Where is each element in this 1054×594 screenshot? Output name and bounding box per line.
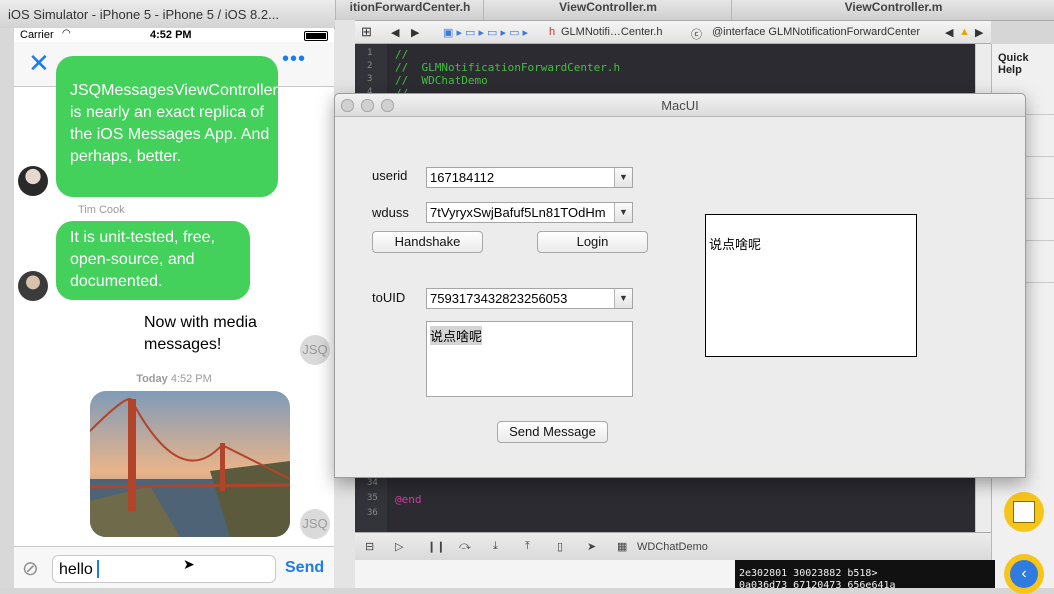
line-number: 3: [367, 74, 373, 84]
avatar-jsq-media[interactable]: JSQ: [300, 509, 330, 539]
send-button[interactable]: Send: [285, 559, 324, 577]
mouse-pointer-icon: ➤: [183, 556, 195, 572]
step-over-icon[interactable]: ⤼: [459, 540, 471, 553]
tab-forward-center-h[interactable]: itionForwardCenter.h: [335, 0, 484, 20]
sender-name: Tim Cook: [78, 204, 125, 216]
debug-console[interactable]: 2e302801 30023882 b518> 0a036d73 6712047…: [735, 560, 995, 591]
class-icon: ⓒ: [691, 29, 702, 41]
grid-icon[interactable]: ⊞: [361, 24, 372, 40]
simulator-title: iOS Simulator - iPhone 5 - iPhone 5 / iO…: [8, 7, 279, 22]
message-textview[interactable]: 说点啥呢: [426, 321, 633, 397]
line-number: 1: [367, 48, 373, 58]
message-textview-value: 说点啥呢: [430, 326, 483, 345]
code-line: // GLMNotificationForwardCenter.h: [395, 61, 621, 74]
text-cursor: [97, 560, 99, 578]
header-file-icon: h: [549, 26, 556, 38]
breakpoints-icon[interactable]: ▷: [395, 540, 403, 553]
quick-help-title: Quick Help: [998, 52, 1029, 76]
target-icon: ▦: [617, 541, 628, 553]
line-number: 36: [367, 508, 378, 518]
touid-combobox[interactable]: 7593173432823256053 ▼: [426, 288, 633, 309]
paperclip-icon[interactable]: ⊘: [22, 556, 39, 581]
carrier: Carrier: [20, 29, 54, 41]
userid-value: 167184112: [430, 170, 495, 185]
wifi-icon: ◠: [62, 28, 71, 39]
media-message-photo[interactable]: [90, 391, 290, 537]
message-text: JSQMessagesViewController is nearly an e…: [70, 82, 278, 165]
message-text-incoming[interactable]: Now with media messages!: [144, 312, 274, 356]
timestamp-day: Today: [136, 373, 168, 385]
message-input-value: hello: [59, 561, 93, 578]
message-input[interactable]: hello: [52, 555, 276, 583]
clock: 4:52 PM: [150, 29, 192, 41]
jump-bar: ⊞ ◀ ▶ ▣ ▸ ▭ ▸ ▭ ▸ ▭ ▸ h GLMNotifi…Center…: [355, 21, 991, 44]
code-line: //: [395, 48, 409, 61]
simulator-bezel: [0, 28, 14, 588]
line-number: 34: [367, 478, 378, 488]
golden-gate-bridge-image: [90, 391, 290, 537]
debug-bar: ⊟ ▷ ❙❙ ⤼ ⤓ ⤒ ▯ ➤ ▦ WDChatDemo: [355, 532, 991, 561]
message-bubble[interactable]: It is unit-tested, free, open-source, an…: [56, 221, 250, 300]
avatar-steve[interactable]: [18, 166, 48, 196]
step-in-icon[interactable]: ⤓: [493, 540, 498, 553]
battery-icon: [304, 31, 328, 41]
iphone-screen: Carrier ◠ 4:52 PM ✕ 微店消息测试哈 ••• JSQMessa…: [14, 28, 334, 588]
timestamp: Today 4:52 PM: [14, 373, 334, 385]
jump-file[interactable]: GLMNotifi…Center.h: [561, 26, 662, 38]
simulator-titlebar: iOS Simulator - iPhone 5 - iPhone 5 / iO…: [0, 0, 335, 29]
received-message-text: 说点啥呢: [709, 237, 762, 252]
variables-view: [355, 560, 735, 588]
console-line: 0a036d73 67120473 656e641a: [739, 580, 896, 591]
received-messages-box: 说点啥呢: [705, 214, 917, 357]
chevron-down-icon[interactable]: ▼: [614, 168, 632, 187]
chevron-down-icon[interactable]: ▼: [614, 203, 632, 222]
tab-view-controller-2[interactable]: ViewController.m: [731, 0, 1054, 20]
project-icon[interactable]: ▣ ▸ ▭ ▸ ▭ ▸ ▭ ▸: [443, 26, 528, 39]
handshake-button[interactable]: Handshake: [372, 231, 483, 253]
forward-icon[interactable]: ▶: [411, 26, 419, 39]
console-line: 2e302801 30023882 b518>: [739, 568, 878, 579]
macui-window: MacUI userid 167184112 ▼ wduss 7tVyryxSw…: [334, 93, 1026, 478]
debug-target[interactable]: WDChatDemo: [637, 541, 708, 553]
pause-icon[interactable]: ❙❙: [427, 540, 445, 553]
more-icon[interactable]: •••: [282, 48, 306, 71]
hide-debug-icon[interactable]: ⊟: [365, 540, 374, 553]
view-debug-icon[interactable]: ▯: [557, 540, 563, 553]
avatar-tim[interactable]: [18, 271, 48, 301]
step-out-icon[interactable]: ⤒: [525, 540, 530, 553]
simulator-window: iOS Simulator - iPhone 5 - iPhone 5 / iO…: [0, 0, 335, 588]
macui-title: MacUI: [661, 98, 699, 113]
tab-view-controller-1[interactable]: ViewController.m: [483, 0, 732, 20]
warning-icon[interactable]: ▲: [959, 26, 970, 38]
next-issue-icon[interactable]: ▶: [975, 26, 983, 39]
code-lines-bottom: 34 35 @end 36: [355, 478, 955, 523]
library-item-icon[interactable]: ‹: [1004, 554, 1044, 594]
wduss-combobox[interactable]: 7tVyryxSwjBafuf5Ln81TOdHm ▼: [426, 202, 633, 223]
touid-value: 7593173432823256053: [430, 291, 568, 306]
wduss-value: 7tVyryxSwjBafuf5Ln81TOdHm: [430, 205, 606, 220]
line-number: 35: [367, 493, 378, 503]
code-line: // WDChatDemo: [395, 74, 488, 87]
message-bubble[interactable]: JSQMessagesViewController is nearly an e…: [56, 56, 278, 197]
userid-label: userid: [372, 168, 408, 183]
userid-combobox[interactable]: 167184112 ▼: [426, 167, 633, 188]
timestamp-time: 4:52 PM: [170, 373, 212, 385]
code-line: @end: [395, 493, 422, 506]
library-object-icon[interactable]: [1004, 492, 1044, 532]
avatar-jsq[interactable]: JSQ: [300, 335, 330, 365]
send-message-button[interactable]: Send Message: [497, 421, 608, 443]
prev-issue-icon[interactable]: ◀: [945, 26, 953, 39]
wduss-label: wduss: [372, 205, 409, 220]
login-button[interactable]: Login: [537, 231, 648, 253]
input-toolbar: ⊘ hello Send: [14, 546, 334, 588]
macui-titlebar: MacUI: [335, 94, 1025, 117]
status-bar: Carrier ◠ 4:52 PM: [14, 28, 334, 42]
back-icon[interactable]: ◀: [391, 26, 399, 39]
chevron-down-icon[interactable]: ▼: [614, 289, 632, 308]
touid-label: toUID: [372, 290, 406, 305]
location-icon[interactable]: ➤: [587, 540, 596, 553]
line-number: 2: [367, 61, 373, 71]
message-text: It is unit-tested, free, open-source, an…: [70, 229, 215, 290]
jump-symbol[interactable]: @interface GLMNotificationForwardCenter: [712, 26, 920, 38]
